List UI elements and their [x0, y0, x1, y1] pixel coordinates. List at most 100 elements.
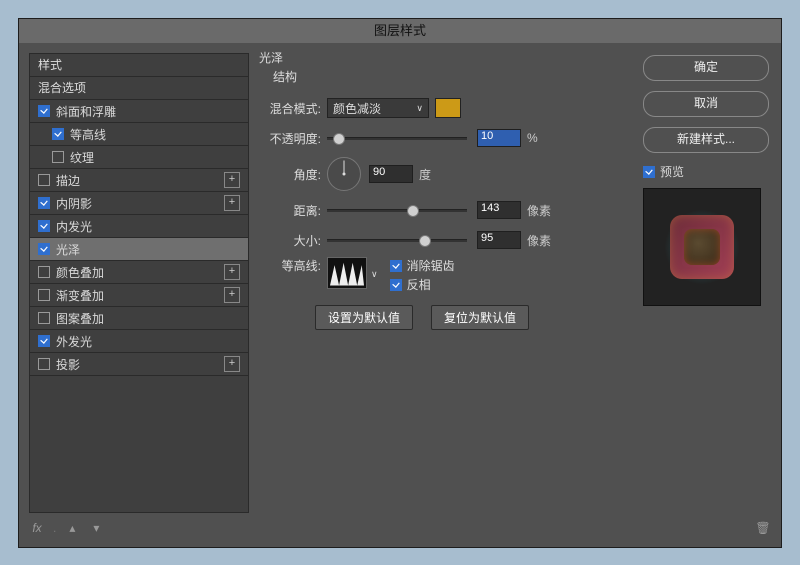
- px-unit: 像素: [527, 202, 551, 219]
- opacity-slider[interactable]: [327, 131, 467, 145]
- dot-icon: .: [53, 521, 56, 535]
- plus-icon[interactable]: +: [224, 356, 240, 372]
- style-item-label: 等高线: [70, 126, 240, 143]
- style-item-label: 图案叠加: [56, 310, 240, 327]
- style-item-0[interactable]: 斜面和浮雕: [30, 100, 248, 123]
- checkbox-icon[interactable]: [38, 266, 50, 278]
- style-item-label: 外发光: [56, 333, 240, 350]
- antialias-checkbox[interactable]: 消除锯齿: [390, 257, 455, 274]
- style-item-5[interactable]: 内发光: [30, 215, 248, 238]
- angle-dial[interactable]: [327, 157, 361, 191]
- move-down-icon[interactable]: ▾: [88, 520, 104, 536]
- checkbox-icon[interactable]: [38, 312, 50, 324]
- trash-icon[interactable]: 🗑: [755, 520, 771, 536]
- checkbox-icon[interactable]: [52, 128, 64, 140]
- checkbox-on-icon: [643, 166, 655, 178]
- style-item-label: 内阴影: [56, 195, 224, 212]
- chevron-down-icon[interactable]: ∨: [371, 269, 378, 280]
- chevron-down-icon: ∨: [416, 103, 423, 114]
- opacity-row: 不透明度: 10 %: [259, 125, 619, 151]
- distance-input[interactable]: 143: [477, 201, 521, 219]
- blend-mode-row: 混合模式: 颜色减淡 ∨: [259, 95, 619, 121]
- plus-icon[interactable]: +: [224, 264, 240, 280]
- contour-label: 等高线:: [259, 257, 321, 274]
- checkbox-icon[interactable]: [38, 105, 50, 117]
- distance-row: 距离: 143 像素: [259, 197, 619, 223]
- style-item-10[interactable]: 外发光: [30, 330, 248, 353]
- style-item-3[interactable]: 描边+: [30, 169, 248, 192]
- style-item-label: 渐变叠加: [56, 287, 224, 304]
- preview-section: 预览: [643, 163, 769, 306]
- style-item-1[interactable]: 等高线: [30, 123, 248, 146]
- checkbox-icon[interactable]: [38, 289, 50, 301]
- angle-row: 角度: 90 度: [259, 155, 619, 193]
- right-column: 确定 取消 新建样式... 预览: [643, 55, 769, 306]
- checkbox-on-icon: [390, 260, 402, 272]
- percent-unit: %: [527, 131, 538, 145]
- set-default-button[interactable]: 设置为默认值: [315, 305, 413, 330]
- opacity-label: 不透明度:: [259, 130, 321, 147]
- layer-style-dialog: 图层样式 样式 混合选项 斜面和浮雕等高线纹理描边+内阴影+内发光光泽颜色叠加+…: [18, 18, 782, 548]
- checkbox-icon[interactable]: [38, 174, 50, 186]
- checkbox-icon[interactable]: [38, 197, 50, 209]
- reset-default-button[interactable]: 复位为默认值: [431, 305, 529, 330]
- blend-mode-label: 混合模式:: [259, 100, 321, 117]
- angle-input[interactable]: 90: [369, 165, 413, 183]
- distance-slider[interactable]: [327, 203, 467, 217]
- preview-checkbox[interactable]: 预览: [643, 163, 769, 180]
- style-item-label: 颜色叠加: [56, 264, 224, 281]
- size-row: 大小: 95 像素: [259, 227, 619, 253]
- cancel-button[interactable]: 取消: [643, 91, 769, 117]
- plus-icon[interactable]: +: [224, 172, 240, 188]
- opacity-input[interactable]: 10: [477, 129, 521, 147]
- style-item-8[interactable]: 渐变叠加+: [30, 284, 248, 307]
- group-title: 光泽: [259, 49, 619, 66]
- titlebar[interactable]: 图层样式: [19, 19, 781, 44]
- color-swatch[interactable]: [435, 98, 461, 118]
- invert-checkbox[interactable]: 反相: [390, 276, 455, 293]
- style-list-sidebar: 样式 混合选项 斜面和浮雕等高线纹理描边+内阴影+内发光光泽颜色叠加+渐变叠加+…: [29, 53, 249, 513]
- sidebar-header-blend[interactable]: 混合选项: [30, 77, 248, 100]
- move-up-icon[interactable]: ▴: [64, 520, 80, 536]
- dialog-title: 图层样式: [374, 23, 426, 38]
- style-item-11[interactable]: 投影+: [30, 353, 248, 376]
- contour-row: 等高线: ∨ 消除锯齿 反相: [259, 257, 619, 291]
- style-item-label: 纹理: [70, 149, 240, 166]
- new-style-button[interactable]: 新建样式...: [643, 127, 769, 153]
- checkbox-icon[interactable]: [38, 335, 50, 347]
- checkbox-on-icon: [390, 279, 402, 291]
- distance-label: 距离:: [259, 202, 321, 219]
- checkbox-icon[interactable]: [52, 151, 64, 163]
- checkbox-icon[interactable]: [38, 220, 50, 232]
- style-item-label: 内发光: [56, 218, 240, 235]
- preview-thumbnail: [643, 188, 761, 306]
- checkbox-icon[interactable]: [38, 358, 50, 370]
- ok-button[interactable]: 确定: [643, 55, 769, 81]
- style-item-label: 斜面和浮雕: [56, 103, 240, 120]
- contour-picker[interactable]: [327, 257, 367, 289]
- structure-label: 结构: [273, 68, 619, 85]
- style-item-2[interactable]: 纹理: [30, 146, 248, 169]
- style-item-label: 光泽: [56, 241, 240, 258]
- degree-unit: 度: [419, 166, 431, 183]
- blend-mode-select[interactable]: 颜色减淡 ∨: [327, 98, 429, 118]
- dialog-body: 样式 混合选项 斜面和浮雕等高线纹理描边+内阴影+内发光光泽颜色叠加+渐变叠加+…: [19, 43, 781, 547]
- sidebar-header-styles[interactable]: 样式: [30, 54, 248, 77]
- plus-icon[interactable]: +: [224, 195, 240, 211]
- size-slider[interactable]: [327, 233, 467, 247]
- checkbox-icon[interactable]: [38, 243, 50, 255]
- size-label: 大小:: [259, 232, 321, 249]
- style-item-label: 描边: [56, 172, 224, 189]
- style-item-7[interactable]: 颜色叠加+: [30, 261, 248, 284]
- plus-icon[interactable]: +: [224, 287, 240, 303]
- default-buttons: 设置为默认值 复位为默认值: [315, 305, 619, 330]
- angle-label: 角度:: [259, 166, 321, 183]
- style-item-6[interactable]: 光泽: [30, 238, 248, 261]
- px-unit-2: 像素: [527, 232, 551, 249]
- style-item-label: 投影: [56, 356, 224, 373]
- size-input[interactable]: 95: [477, 231, 521, 249]
- fx-menu-button[interactable]: fx: [29, 520, 45, 536]
- style-item-9[interactable]: 图案叠加: [30, 307, 248, 330]
- style-item-4[interactable]: 内阴影+: [30, 192, 248, 215]
- settings-panel: 光泽 结构 混合模式: 颜色减淡 ∨ 不透明度: 10 % 角: [259, 49, 619, 537]
